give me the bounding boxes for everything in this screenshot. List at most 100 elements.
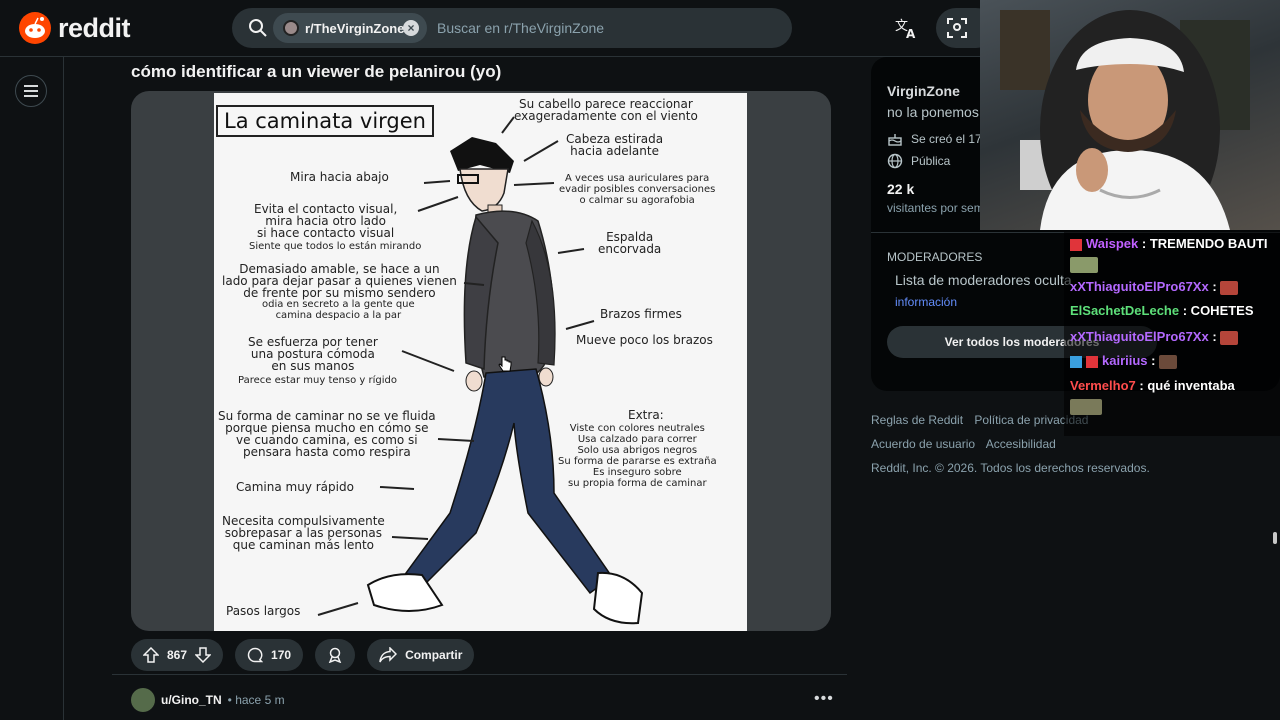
comment-count: 170: [271, 648, 292, 662]
emote-icon: [1220, 330, 1239, 345]
cake-icon: [888, 134, 902, 146]
label-avoid-contact-sub: Siente que todos lo están mirando: [249, 241, 422, 252]
svg-text:A: A: [906, 27, 916, 39]
chat-text: : TREMENDO BAUTI: [1141, 236, 1268, 251]
label-look-down: Mira hacia abajo: [290, 170, 389, 184]
more-options-icon[interactable]: •••: [814, 690, 834, 708]
label-steps: Pasos largos: [226, 604, 301, 618]
community-name: VirginZone: [887, 83, 960, 99]
menu-button[interactable]: [15, 75, 47, 107]
left-rail: [0, 57, 64, 720]
label-hair: Su cabello parece reaccionar exageradame…: [514, 97, 698, 123]
translate-icon[interactable]: 文 A: [895, 17, 919, 39]
post-image: La caminata virgen Su cabello parece rea…: [214, 93, 747, 631]
badge-icon: [1070, 355, 1082, 368]
label-posture: Se esfuerza por tener una postura cómoda…: [248, 335, 378, 373]
post-media[interactable]: La caminata virgen Su cabello parece rea…: [131, 91, 831, 631]
visibility-row: Pública: [887, 153, 950, 169]
chat-user: Waispek: [1086, 236, 1139, 251]
search-chip-label: r/TheVirginZone: [305, 20, 405, 36]
community-description: no la ponemos: [887, 104, 979, 120]
chat-message: [1070, 256, 1098, 273]
post-actions: 867 170 Compartir: [131, 639, 475, 671]
award-button[interactable]: [315, 639, 356, 671]
label-extra-list: Viste con colores neutrales Usa calzado …: [558, 423, 717, 489]
search-bar[interactable]: r/TheVirginZone × Buscar en r/TheVirginZ…: [232, 8, 792, 48]
chat-user: kairiius: [1102, 353, 1148, 368]
post-title[interactable]: cómo identificar a un viewer de pelaniro…: [131, 62, 501, 82]
chat-text: : COHETES: [1182, 303, 1254, 318]
scan-icon: [947, 18, 967, 38]
chat-message: xXThiaguitoElPro67Xx :: [1070, 329, 1239, 345]
chat-user: Vermelho7: [1070, 378, 1136, 393]
globe-icon: [887, 153, 903, 169]
chat-message: xXThiaguitoElPro67Xx :: [1070, 279, 1239, 295]
search-placeholder[interactable]: Buscar en r/TheVirginZone: [437, 20, 604, 36]
webcam-person-image: [1000, 10, 1250, 230]
subreddit-search-chip[interactable]: r/TheVirginZone ×: [273, 13, 427, 43]
emote-icon: [1070, 256, 1098, 273]
avatar[interactable]: [131, 688, 155, 712]
footer-copyright: Reddit, Inc. © 2026. Todos los derechos …: [871, 461, 1150, 475]
label-overtake: Necesita compulsivamente sobrepasar a la…: [222, 514, 385, 552]
label-extra: Extra:: [628, 408, 664, 422]
label-fast: Camina muy rápido: [236, 480, 354, 494]
comment-icon: [247, 647, 264, 663]
vote-pill: 867: [131, 639, 224, 671]
reddit-logo[interactable]: reddit: [18, 11, 131, 45]
reddit-snoo-icon: [19, 12, 51, 44]
downvote-icon[interactable]: [195, 647, 212, 663]
subreddit-avatar-icon: [283, 20, 299, 36]
hand-cursor-icon: [498, 356, 512, 372]
chat-message: Waispek : TREMENDO BAUTI: [1070, 236, 1268, 251]
label-arms: Brazos firmes: [600, 307, 682, 321]
webcam-overlay: [980, 0, 1280, 230]
share-button[interactable]: Compartir: [367, 639, 475, 671]
share-icon: [379, 647, 398, 663]
moderators-heading: MODERADORES: [887, 250, 983, 264]
label-kind-sub: odia en secreto a la gente que camina de…: [262, 299, 415, 321]
stream-chat-overlay: Waispek : TREMENDO BAUTI xXThiaguitoElPr…: [1064, 232, 1280, 436]
created-row: Se creó el 17: [887, 131, 982, 147]
label-avoid-contact: Evita el contacto visual, mira hacia otr…: [254, 202, 398, 240]
share-label: Compartir: [405, 648, 463, 662]
chat-message: ElSachetDeLeche : COHETES: [1070, 303, 1254, 318]
badge-icon: [1086, 355, 1098, 368]
label-arms2: Mueve poco los brazos: [576, 333, 713, 347]
chat-text: :: [1151, 353, 1156, 368]
chat-user: ElSachetDeLeche: [1070, 303, 1180, 318]
footer-link-user-agreement[interactable]: Acuerdo de usuario: [871, 437, 975, 451]
chat-message: [1070, 398, 1102, 415]
label-headphones: A veces usa auriculares para evadir posi…: [559, 173, 716, 206]
upvote-icon[interactable]: [143, 647, 159, 663]
brand-name: reddit: [58, 12, 131, 43]
label-walk: Su forma de caminar no se ve fluida porq…: [218, 409, 436, 459]
chat-message: kairiius :: [1070, 353, 1178, 369]
scrollbar-thumb[interactable]: [1273, 532, 1277, 544]
emote-icon: [1220, 280, 1239, 295]
comments-button[interactable]: 170: [235, 639, 304, 671]
comment-author[interactable]: u/Gino_TN: [161, 693, 222, 707]
hamburger-icon: [24, 85, 38, 97]
label-head: Cabeza estirada hacia adelante: [566, 132, 664, 158]
footer-link-rules[interactable]: Reglas de Reddit: [871, 413, 963, 427]
clear-chip-icon[interactable]: ×: [403, 20, 419, 36]
label-kind: Demasiado amable, se hace a un lado para…: [222, 262, 457, 300]
footer-link-accessibility[interactable]: Accesibilidad: [986, 437, 1056, 451]
badge-icon: [1070, 238, 1082, 251]
chat-text: :: [1212, 329, 1217, 344]
chat-text: :: [1212, 279, 1217, 294]
moderators-hidden-text: Lista de moderadores oculta: [895, 272, 1072, 288]
info-link[interactable]: información: [895, 295, 957, 309]
vote-count: 867: [167, 648, 188, 662]
comment-time: • hace 5 m: [227, 693, 285, 707]
emote-icon: [1159, 354, 1178, 369]
chat-user: xXThiaguitoElPro67Xx: [1070, 329, 1209, 344]
visitor-count-label: visitantes por sem: [887, 201, 984, 215]
visibility-label: Pública: [911, 154, 951, 168]
chat-message: Vermelho7 : qué inventaba: [1070, 378, 1235, 393]
search-icon: [249, 19, 267, 37]
label-back: Espalda encorvada: [598, 230, 662, 256]
award-icon: [328, 647, 342, 663]
chat-text: : qué inventaba: [1139, 378, 1235, 393]
